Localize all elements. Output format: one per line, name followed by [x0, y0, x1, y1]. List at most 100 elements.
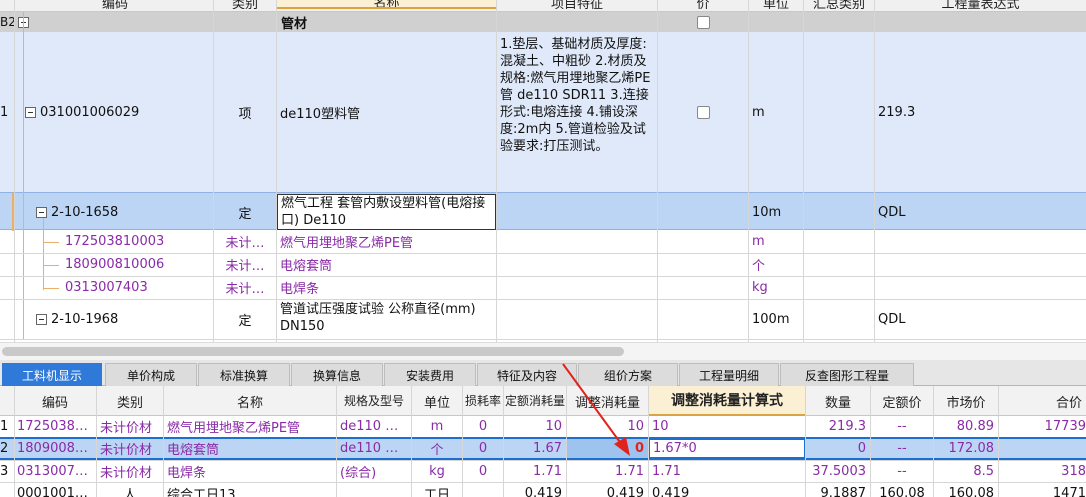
- resource-code[interactable]: 0001001…: [14, 482, 96, 497]
- resource-adjusted[interactable]: 1.71: [567, 460, 648, 482]
- header-category[interactable]: 类别: [214, 0, 276, 9]
- resource-name[interactable]: 电焊条: [164, 460, 336, 482]
- header-category[interactable]: 类别: [97, 386, 163, 416]
- horizontal-scrollbar[interactable]: [0, 342, 1086, 360]
- resource-adjusted-expr[interactable]: 0.419: [649, 482, 805, 497]
- material-name[interactable]: 电焊条: [277, 276, 496, 299]
- material-category[interactable]: 未计…: [214, 276, 276, 299]
- resource-adjusted-expr[interactable]: 10: [649, 416, 805, 437]
- resource-name[interactable]: 电熔套筒: [164, 439, 336, 458]
- item-name[interactable]: de110塑料管: [277, 32, 496, 192]
- material-row[interactable]: 0313007403 未计… 电焊条 kg: [0, 276, 1086, 299]
- quota-row[interactable]: 2-10-1968 定 管道试压强度试验 公称直径(mm) DN150 100m…: [0, 299, 1086, 339]
- resource-name[interactable]: 综合工日13: [164, 482, 336, 497]
- resource-total[interactable]: 318: [999, 460, 1086, 482]
- resource-adjusted-expr[interactable]: 1.71: [649, 460, 805, 482]
- header-code[interactable]: 编码: [14, 386, 96, 416]
- quota-name-editor[interactable]: 燃气工程 套管内敷设塑料管(电熔接口) De110: [277, 194, 496, 230]
- material-row[interactable]: 180900810006 未计… 电熔套筒 个: [0, 253, 1086, 276]
- header-unit[interactable]: 单位: [412, 386, 462, 416]
- item-code-cell[interactable]: 031001006029: [25, 32, 213, 192]
- resource-quota-price[interactable]: --: [871, 460, 933, 482]
- resource-loss[interactable]: 0: [463, 416, 503, 437]
- resource-quota[interactable]: 1.71: [504, 460, 566, 482]
- material-unit[interactable]: 个: [749, 253, 803, 276]
- resource-unit[interactable]: 个: [412, 439, 462, 458]
- resource-total[interactable]: 17739: [999, 416, 1086, 437]
- header-quota-consumption[interactable]: 定额消耗量: [504, 386, 566, 416]
- tab-conversion-info[interactable]: 换算信息: [291, 363, 383, 386]
- item-unit[interactable]: m: [749, 32, 803, 192]
- resource-category[interactable]: 未计价材: [97, 460, 163, 482]
- header-name[interactable]: 名称: [164, 386, 336, 416]
- resource-market-price[interactable]: 172.08: [934, 439, 998, 458]
- resource-category[interactable]: 未计价材: [97, 439, 163, 458]
- collapse-icon[interactable]: [25, 106, 36, 118]
- resource-total[interactable]: 1471: [999, 482, 1086, 497]
- tab-standard-conversion[interactable]: 标准换算: [198, 363, 290, 386]
- material-row[interactable]: 172503810003 未计… 燃气用埋地聚乙烯PE管 m: [0, 230, 1086, 253]
- resource-adjusted[interactable]: 0: [567, 439, 648, 458]
- resource-quantity[interactable]: 0: [806, 439, 870, 458]
- collapse-icon[interactable]: [36, 206, 47, 218]
- resource-spec[interactable]: de110 …: [337, 416, 411, 437]
- tab-reverse-lookup[interactable]: 反查图形工程量: [780, 363, 914, 386]
- quota-code-cell[interactable]: 2-10-1658: [36, 193, 213, 231]
- header-total[interactable]: 合价: [999, 386, 1086, 416]
- material-code[interactable]: 180900810006: [62, 253, 213, 276]
- resource-unit[interactable]: kg: [412, 460, 462, 482]
- header-qty-expr[interactable]: 工程量表达式: [875, 0, 1086, 9]
- list-item-row[interactable]: 1 031001006029 项 de110塑料管 1.垫层、基础材质及厚度:混…: [0, 32, 1086, 192]
- header-price-flag[interactable]: 价: [658, 0, 748, 9]
- header-name[interactable]: 名称: [277, 0, 496, 9]
- quota-unit[interactable]: 100m: [749, 299, 803, 339]
- header-spec[interactable]: 规格及型号: [337, 386, 411, 416]
- material-name[interactable]: 燃气用埋地聚乙烯PE管: [277, 230, 496, 253]
- collapse-icon[interactable]: [36, 313, 47, 325]
- resource-adjusted[interactable]: 0.419: [567, 482, 648, 497]
- resource-quantity[interactable]: 219.3: [806, 416, 870, 437]
- resource-code[interactable]: 1809008…: [14, 439, 96, 458]
- resource-category[interactable]: 人: [97, 482, 163, 497]
- resource-quota[interactable]: 1.67: [504, 439, 566, 458]
- header-quota-price[interactable]: 定额价: [871, 386, 933, 416]
- header-code[interactable]: 编码: [17, 0, 213, 9]
- quota-row-selected[interactable]: 2-10-1658 定 燃气工程 套管内敷设塑料管(电熔接口) De110 10…: [0, 192, 1086, 231]
- resource-quota-price[interactable]: --: [871, 439, 933, 458]
- resource-loss[interactable]: 0: [463, 439, 503, 458]
- header-summary-category[interactable]: 汇总类别: [804, 0, 874, 9]
- tab-pricing-plan[interactable]: 组价方案: [578, 363, 678, 386]
- tab-unit-price[interactable]: 单价构成: [105, 363, 197, 386]
- item-category[interactable]: 项: [214, 32, 276, 192]
- quota-unit[interactable]: 10m: [749, 193, 803, 231]
- material-code[interactable]: 172503810003: [62, 230, 213, 253]
- material-unit[interactable]: kg: [749, 276, 803, 299]
- group-row[interactable]: B2 管材: [0, 12, 1086, 32]
- header-quantity[interactable]: 数量: [806, 386, 870, 416]
- material-category[interactable]: 未计…: [214, 230, 276, 253]
- quota-category[interactable]: 定: [214, 193, 276, 231]
- resource-spec[interactable]: de110 …: [337, 439, 411, 458]
- resource-quota[interactable]: 10: [504, 416, 566, 437]
- resource-total[interactable]: [999, 439, 1086, 458]
- material-unit[interactable]: m: [749, 230, 803, 253]
- resource-spec[interactable]: (综合): [337, 460, 411, 482]
- tab-quantity-detail[interactable]: 工程量明细: [679, 363, 779, 386]
- material-category[interactable]: 未计…: [214, 253, 276, 276]
- item-qty-expr[interactable]: 219.3: [875, 32, 1086, 192]
- resource-market-price[interactable]: 160.08: [934, 482, 998, 497]
- quota-category[interactable]: 定: [214, 299, 276, 339]
- resource-name[interactable]: 燃气用埋地聚乙烯PE管: [164, 416, 336, 437]
- resource-quota-price[interactable]: --: [871, 416, 933, 437]
- resource-category[interactable]: 未计价材: [97, 416, 163, 437]
- quota-qty-expr[interactable]: QDL: [875, 193, 1086, 231]
- scrollbar-thumb[interactable]: [2, 347, 624, 356]
- collapse-icon[interactable]: [18, 12, 38, 32]
- adjusted-expr-editor[interactable]: 1.67*0: [649, 439, 805, 458]
- resource-code[interactable]: 1725038…: [14, 416, 96, 437]
- resource-market-price[interactable]: 80.89: [934, 416, 998, 437]
- resource-quota-price[interactable]: 160.08: [871, 482, 933, 497]
- tab-install-fees[interactable]: 安装费用: [384, 363, 476, 386]
- resource-loss[interactable]: 0: [463, 460, 503, 482]
- quota-code-cell[interactable]: 2-10-1968: [36, 299, 213, 339]
